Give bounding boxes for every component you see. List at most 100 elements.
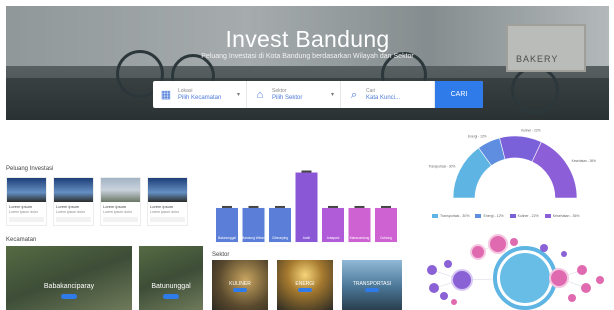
bubble-node[interactable] [470, 244, 486, 260]
location-value: Pilih Kecamatan [178, 95, 222, 101]
card-image [101, 178, 140, 202]
bubble-node[interactable] [549, 268, 569, 288]
bar-cap [301, 170, 312, 173]
graduation-cap-icon: ⌂ [256, 88, 264, 101]
bubble-node[interactable] [444, 260, 452, 268]
bubble-node[interactable] [427, 265, 437, 275]
sector-button[interactable] [233, 288, 247, 292]
card-button[interactable] [9, 217, 44, 222]
chevron-down-icon: ▾ [330, 92, 334, 98]
legend-label: Transportasi - 30% [440, 214, 470, 218]
location-select[interactable]: ▦ Lokasi Pilih Kecamatan ▾ [153, 81, 247, 108]
legend-swatch [432, 214, 438, 218]
donut-label: Energi - 12% [468, 134, 487, 138]
sektor-title: Sektor [212, 252, 230, 258]
donut-label: Kesehatan - 36% [572, 159, 597, 163]
donut-label: Transportasi - 30% [428, 165, 455, 169]
card-subtitle: Lorem ipsum dolor [9, 210, 38, 214]
page-title: Invest Bandung [225, 26, 390, 52]
card-image [7, 178, 46, 202]
legend-item[interactable]: Kuliner - 22% [509, 214, 539, 218]
opportunity-card[interactable]: Lorem ipsum Lorem ipsum dolor [53, 177, 94, 226]
sector-name: KULINER [229, 281, 251, 287]
donut-chart: Transportasi - 30% Energi - 12% Kuliner - … [428, 128, 597, 199]
kecamatan-button[interactable] [61, 294, 77, 299]
bubble-node[interactable] [540, 244, 548, 252]
keyword-placeholder: Kata Kunci... [366, 95, 401, 101]
donut-label: Kuliner - 22% [521, 128, 540, 132]
legend-item[interactable]: Transportasi - 30% [432, 214, 469, 218]
legend-item[interactable]: Kesehatan - 36% [544, 214, 580, 218]
page-subtitle: Peluang Investasi di Kota Bandung berdas… [201, 53, 414, 60]
bubble-chart [427, 234, 604, 310]
sector-select[interactable]: ⌂ Sektor Pilih Sektor ▾ [247, 81, 341, 108]
kecamatan-title: Kecamatan [6, 237, 37, 243]
bubble-node[interactable] [429, 283, 439, 293]
opportunity-card[interactable]: Lorem ipsum Lorem ipsum dolor [147, 177, 188, 226]
keyword-input[interactable]: ⌕ Cari Kata Kunci... [341, 81, 435, 108]
sector-button[interactable] [298, 288, 312, 292]
bubble-node[interactable] [510, 238, 518, 246]
donut-slice-kesehatan[interactable] [531, 141, 578, 199]
donut-legend: Transportasi - 30% Energi - 12% Kuliner - … [432, 214, 580, 218]
section-title: Peluang Investasi [6, 166, 54, 172]
sector-card-kuliner[interactable]: KULINER [212, 260, 268, 310]
opportunity-card[interactable]: Lorem ipsum Lorem ipsum dolor [6, 177, 47, 226]
bar-cap [381, 205, 391, 208]
peluang-section: Peluang Investasi Lorem ipsum Lorem ipsu… [6, 166, 202, 230]
bar-label: Batununggal [218, 236, 236, 240]
bubble-node[interactable] [581, 283, 591, 293]
sector-name: TRANSPORTASI [352, 281, 392, 287]
bar-chart: Batununggal Bandung Wetan Cibeunying Andir A… [214, 170, 400, 243]
card-subtitle: Lorem ipsum dolor [150, 210, 179, 214]
hero-banner: BAKERY Invest Bandung Peluang Investasi … [6, 6, 609, 120]
bar-cap [328, 205, 338, 208]
bubble-node[interactable] [577, 265, 587, 275]
card-button[interactable] [56, 217, 91, 222]
legend-label: Kuliner - 22% [517, 214, 539, 218]
card-button[interactable] [103, 217, 138, 222]
kecamatan-card[interactable]: Batununggal [139, 246, 203, 310]
kecamatan-name: Batununggal [151, 283, 191, 290]
bubble-node[interactable] [488, 234, 508, 254]
card-subtitle: Lorem ipsum dolor [56, 210, 85, 214]
search-icon: ⌕ [350, 88, 358, 101]
bar-cap [248, 205, 259, 208]
search-button[interactable]: CARI [435, 81, 483, 108]
bubble-node[interactable] [568, 294, 576, 302]
bar-andir[interactable] [295, 172, 318, 242]
legend-swatch [475, 214, 482, 218]
map-icon: ▦ [160, 88, 172, 101]
card-title: Lorem ipsum [150, 204, 174, 209]
bubble-node[interactable] [500, 253, 550, 303]
bubble-node[interactable] [451, 299, 457, 305]
card-image [148, 178, 187, 202]
chevron-down-icon: ▾ [236, 92, 240, 98]
bar-cap [222, 205, 232, 208]
sector-card-energi[interactable]: ENERGI [277, 260, 333, 310]
card-title: Lorem ipsum [9, 204, 33, 209]
sector-button[interactable] [365, 288, 379, 292]
legend-item[interactable]: Energi - 12% [475, 214, 504, 218]
bubble-node[interactable] [596, 276, 604, 284]
card-title: Lorem ipsum [103, 204, 127, 209]
sector-value: Pilih Sektor [272, 95, 303, 101]
sector-name: ENERGI [295, 281, 315, 287]
kecamatan-name: Babakanciparay [43, 283, 95, 290]
bar-cap [354, 205, 365, 208]
bubble-node[interactable] [451, 269, 473, 291]
card-button[interactable] [150, 217, 185, 222]
bubble-node[interactable] [561, 251, 567, 257]
keyword-label: Cari [366, 88, 376, 94]
legend-swatch [509, 214, 516, 218]
kecamatan-button[interactable] [163, 294, 179, 299]
opportunity-card[interactable]: Lorem ipsum Lorem ipsum dolor [100, 177, 141, 226]
legend-label: Energi - 12% [483, 214, 504, 218]
search-bar: ▦ Lokasi Pilih Kecamatan ▾ ⌂ Sektor Pilih … [153, 81, 483, 108]
legend-swatch [544, 214, 551, 218]
bar-label: Antapani [327, 236, 340, 240]
sector-card-transportasi[interactable]: TRANSPORTASI [342, 260, 402, 310]
bubble-node[interactable] [440, 292, 448, 300]
kecamatan-card[interactable]: Babakanciparay [6, 246, 132, 310]
location-label: Lokasi [178, 88, 193, 94]
